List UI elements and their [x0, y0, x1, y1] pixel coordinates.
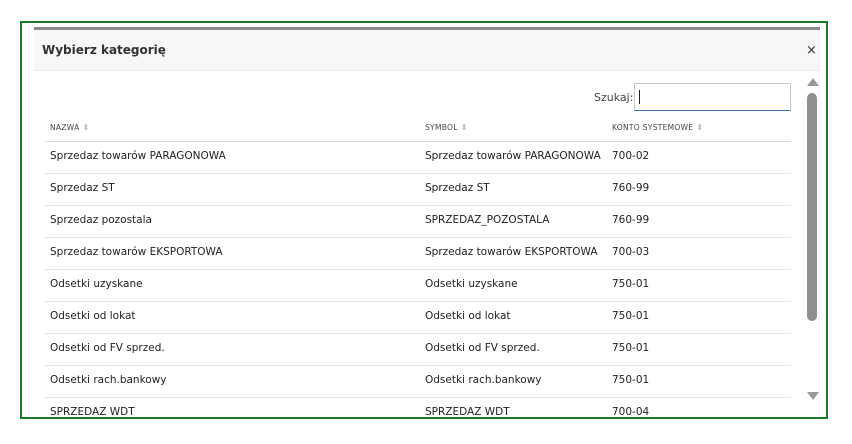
cell-konto: 700-04 — [612, 406, 650, 418]
cell-nazwa: Odsetki uzyskane — [50, 278, 143, 290]
cell-nazwa: Odsetki rach.bankowy — [50, 374, 167, 386]
column-header-label: NAZWA — [50, 123, 80, 132]
close-icon[interactable]: × — [806, 43, 817, 58]
column-header-label: SYMBOL — [425, 123, 458, 132]
table-row[interactable]: Odsetki od FV sprzed. Odsetki od FV sprz… — [45, 334, 791, 366]
table-row[interactable]: Sprzedaz towarów PARAGONOWA Sprzedaz tow… — [45, 142, 791, 174]
cell-symbol: Sprzedaz ST — [425, 182, 490, 194]
search-input[interactable] — [634, 83, 791, 111]
text-caret — [639, 90, 640, 104]
cell-symbol: SPRZEDAZ WDT — [425, 406, 510, 418]
cell-nazwa: Sprzedaz ST — [50, 182, 115, 194]
cell-symbol: Odsetki uzyskane — [425, 278, 518, 290]
cell-symbol: SPRZEDAZ_POZOSTALA — [425, 214, 550, 226]
scroll-down-icon[interactable] — [807, 392, 819, 400]
cell-konto: 760-99 — [612, 182, 650, 194]
cell-nazwa: Odsetki od FV sprzed. — [50, 342, 165, 354]
sort-icon: ⬍ — [82, 123, 90, 132]
cell-symbol: Odsetki od FV sprzed. — [425, 342, 540, 354]
cell-nazwa: Odsetki od lokat — [50, 310, 136, 322]
search-label: Szukaj: — [594, 91, 634, 104]
table-header: NAZWA ⬍ SYMBOL ⬍ KONTO SYSTEMOWE ⬍ — [45, 115, 791, 142]
cell-konto: 760-99 — [612, 214, 650, 226]
cell-konto: 750-01 — [612, 342, 650, 354]
scrollbar-thumb[interactable] — [807, 93, 817, 321]
cell-konto: 750-01 — [612, 278, 650, 290]
column-header-nazwa[interactable]: NAZWA ⬍ — [50, 123, 90, 132]
table-row[interactable]: Odsetki od lokat Odsetki od lokat 750-01 — [45, 302, 791, 334]
cell-symbol: Odsetki od lokat — [425, 310, 511, 322]
column-header-label: KONTO SYSTEMOWE — [612, 123, 694, 132]
cell-symbol: Sprzedaz towarów PARAGONOWA — [425, 150, 601, 162]
column-header-symbol[interactable]: SYMBOL ⬍ — [425, 123, 468, 132]
column-header-konto[interactable]: KONTO SYSTEMOWE ⬍ — [612, 123, 703, 132]
scroll-up-icon[interactable] — [807, 78, 819, 86]
table-row[interactable]: Sprzedaz pozostala SPRZEDAZ_POZOSTALA 76… — [45, 206, 791, 238]
sort-icon: ⬍ — [460, 123, 468, 132]
table-row[interactable]: SPRZEDAZ WDT SPRZEDAZ WDT 700-04 — [45, 398, 791, 418]
cell-nazwa: Sprzedaz towarów EKSPORTOWA — [50, 246, 223, 258]
category-table: NAZWA ⬍ SYMBOL ⬍ KONTO SYSTEMOWE ⬍ Sprzedaz… — [45, 115, 791, 418]
cell-konto: 750-01 — [612, 374, 650, 386]
table-row[interactable]: Odsetki rach.bankowy Odsetki rach.bankow… — [45, 366, 791, 398]
modal-frame: Wybierz kategorię × Szukaj: NAZWA ⬍ SYMBO… — [20, 21, 828, 419]
cell-symbol: Sprzedaz towarów EKSPORTOWA — [425, 246, 598, 258]
cell-nazwa: Sprzedaz towarów PARAGONOWA — [50, 150, 226, 162]
cell-nazwa: Sprzedaz pozostala — [50, 214, 152, 226]
modal-header: Wybierz kategorię — [34, 30, 820, 71]
cell-symbol: Odsetki rach.bankowy — [425, 374, 542, 386]
sort-icon: ⬍ — [696, 123, 704, 132]
cell-konto: 700-02 — [612, 150, 650, 162]
cell-konto: 700-03 — [612, 246, 650, 258]
table-row[interactable]: Sprzedaz ST Sprzedaz ST 760-99 — [45, 174, 791, 206]
cell-konto: 750-01 — [612, 310, 650, 322]
modal-title: Wybierz kategorię — [42, 43, 166, 57]
table-row[interactable]: Odsetki uzyskane Odsetki uzyskane 750-01 — [45, 270, 791, 302]
table-row[interactable]: Sprzedaz towarów EKSPORTOWA Sprzedaz tow… — [45, 238, 791, 270]
cell-nazwa: SPRZEDAZ WDT — [50, 406, 135, 418]
